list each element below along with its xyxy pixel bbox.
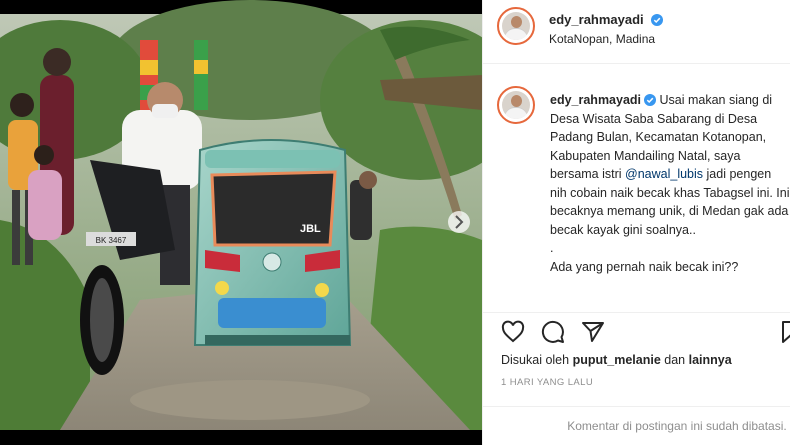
likes-others-link[interactable]: lainnya — [689, 353, 732, 367]
liker-username[interactable]: puput_melanie — [573, 353, 661, 367]
comments-disabled-notice: Komentar di postingan ini sudah dibatasi… — [483, 406, 790, 434]
caption-username[interactable]: edy_rahmayadi — [550, 93, 641, 107]
caption-avatar[interactable] — [497, 86, 535, 124]
caption-question: Ada yang pernah naik becak ini?? — [550, 259, 739, 274]
caption-text: edy_rahmayadi Usai makan siang di Desa W… — [550, 91, 790, 276]
caption-dot: . — [550, 241, 554, 255]
plate-number: BK 3467 — [96, 236, 127, 245]
post-photo[interactable]: BK 3467 JBL — [0, 0, 482, 445]
header-username[interactable]: edy_rahmayadi — [549, 12, 644, 27]
becak-sticker: JBL — [300, 223, 321, 235]
mention-link[interactable]: @nawal_lubis — [625, 167, 703, 181]
heart-icon[interactable] — [501, 320, 525, 344]
likes-prefix: Disukai oleh — [501, 353, 570, 367]
post-photo-image: BK 3467 JBL — [0, 0, 482, 445]
location-link[interactable]: KotaNopan, Madina — [549, 32, 655, 46]
paper-plane-icon[interactable] — [581, 320, 605, 344]
avatar[interactable] — [497, 7, 535, 45]
post-sidebar: edy_rahmayadi KotaNopan, Madina edy_rahm… — [482, 0, 790, 445]
comment-bubble-icon[interactable] — [541, 320, 565, 344]
likes-summary: Disukai oleh puput_melanie dan lainnya — [501, 353, 732, 367]
verified-badge-icon — [644, 94, 657, 106]
post-header: edy_rahmayadi KotaNopan, Madina — [483, 0, 790, 64]
likes-connector: dan — [664, 353, 686, 367]
post-actions: Disukai oleh puput_melanie dan lainnya 1… — [483, 312, 790, 434]
post-timestamp[interactable]: 1 HARI YANG LALU — [501, 377, 593, 388]
bookmark-icon[interactable] — [779, 320, 790, 344]
verified-badge-icon — [651, 14, 664, 26]
